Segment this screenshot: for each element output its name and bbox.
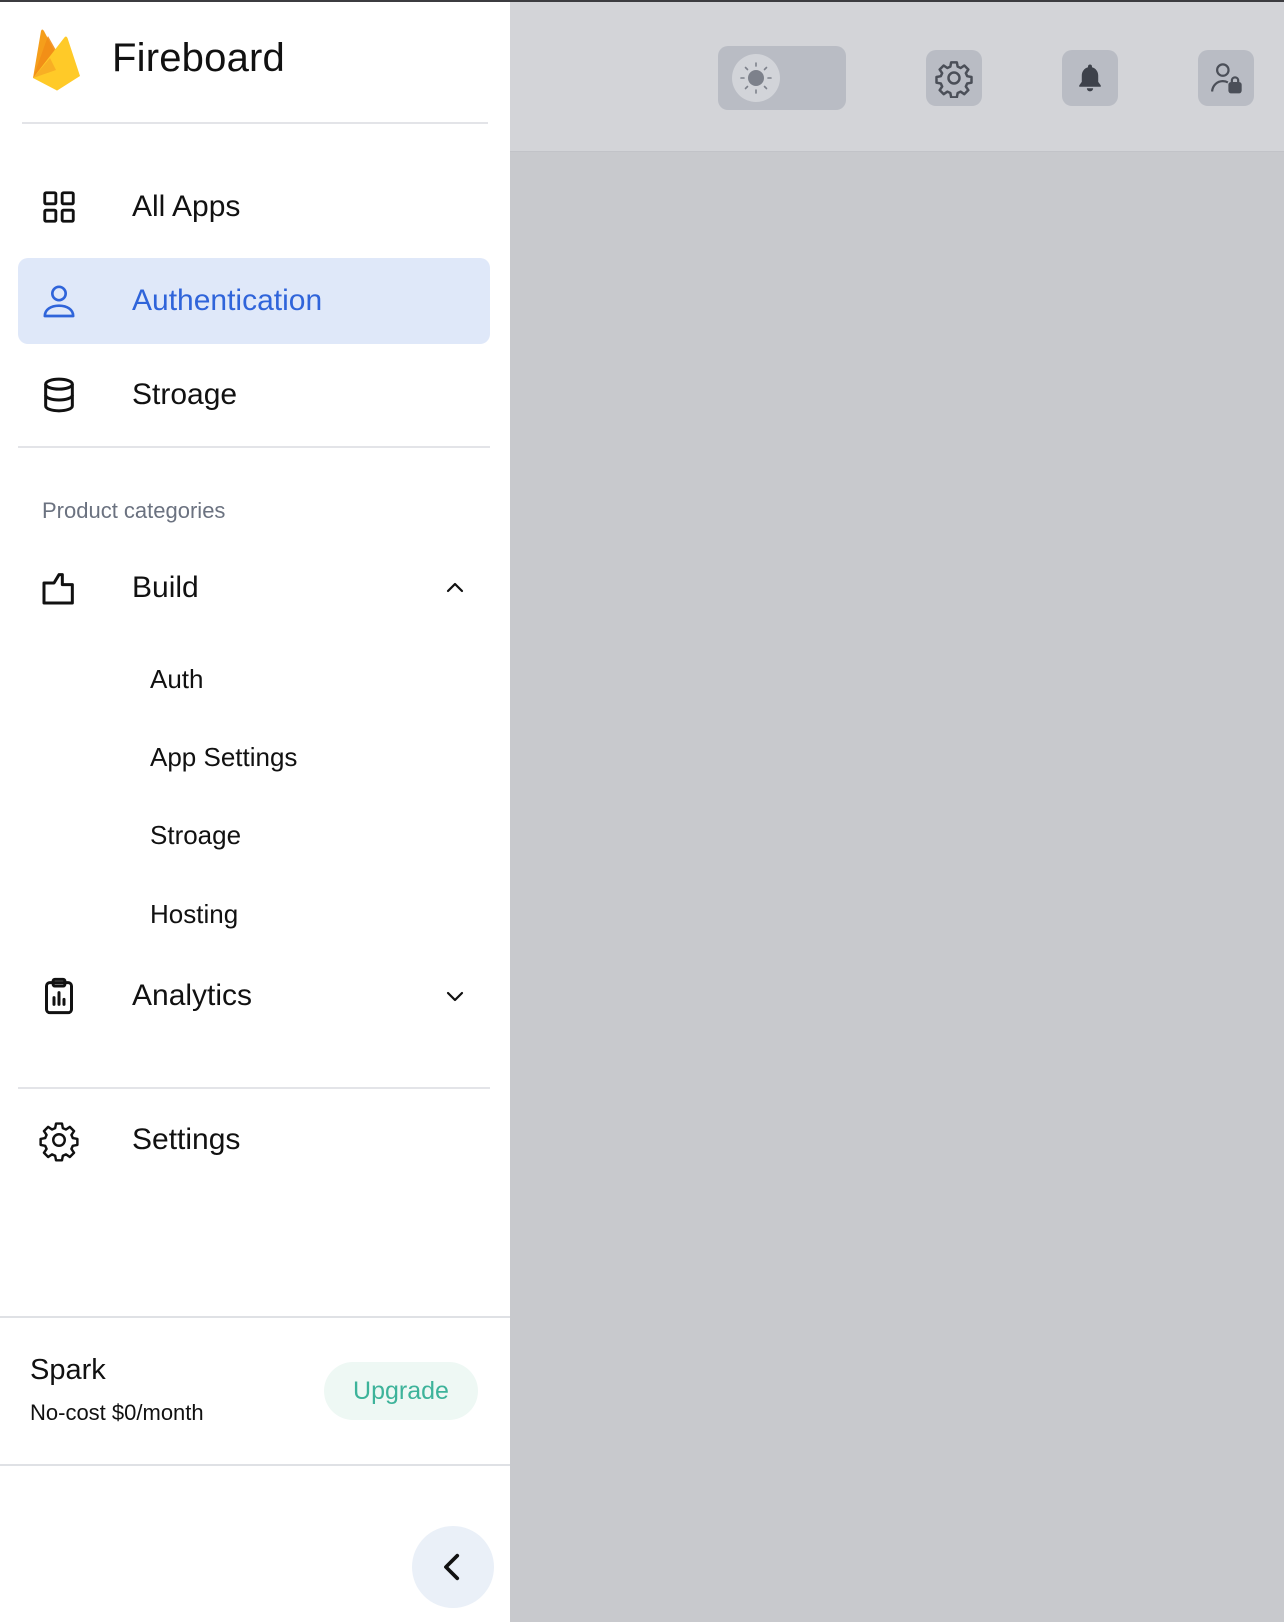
nav-item-storage[interactable]: Stroage [18, 352, 490, 438]
plan-card: Spark No-cost $0/month Upgrade [0, 1316, 510, 1466]
top-bar [510, 0, 1284, 152]
nav-item-label: Settings [132, 1123, 241, 1156]
theme-toggle-knob [732, 54, 780, 102]
sub-item-storage[interactable]: Stroage [150, 820, 241, 851]
nav-item-settings[interactable]: Settings [18, 1097, 490, 1183]
gear-icon [935, 61, 973, 98]
collapse-sidebar-button[interactable] [412, 1526, 494, 1608]
build-icon [38, 567, 80, 609]
chevron-down-icon[interactable] [440, 981, 470, 1011]
user-lock-icon [1210, 63, 1242, 94]
nav-item-label: Stroage [132, 378, 238, 411]
upgrade-button[interactable]: Upgrade [324, 1362, 478, 1420]
settings-button[interactable] [926, 50, 982, 106]
nav-item-authentication[interactable]: Authentication [18, 258, 490, 344]
sub-item-hosting[interactable]: Hosting [150, 899, 238, 930]
notifications-button[interactable] [1062, 50, 1118, 106]
divider [22, 122, 488, 124]
plan-price: No-cost $0/month [30, 1400, 204, 1425]
user-icon [38, 280, 80, 322]
chevron-left-icon [444, 1553, 460, 1581]
bell-icon [1079, 64, 1101, 92]
nav-item-label: Authentication [132, 284, 323, 317]
firebase-flame-icon [33, 29, 80, 91]
brand: Fireboard [0, 2, 510, 124]
sidebar: Fireboard All Apps Authentication Stroag… [0, 0, 510, 1622]
sun-icon [740, 62, 772, 94]
gear-icon [38, 1119, 80, 1162]
main-content-overlay[interactable] [510, 152, 1284, 1622]
nav-item-label: Build [132, 571, 199, 604]
divider [18, 1087, 490, 1089]
app-title: Fireboard [112, 36, 285, 80]
section-title: Product categories [42, 498, 226, 523]
sub-item-auth[interactable]: Auth [150, 664, 204, 695]
clipboard-chart-icon [38, 975, 80, 1017]
database-icon [38, 374, 80, 416]
nav-item-build[interactable]: Build [18, 545, 490, 631]
nav-item-label: All Apps [132, 190, 241, 223]
nav-item-label: Analytics [132, 979, 253, 1012]
divider [18, 446, 490, 448]
nav-item-all-apps[interactable]: All Apps [18, 164, 490, 250]
nav-item-analytics[interactable]: Analytics [18, 953, 490, 1039]
sub-item-app-settings[interactable]: App Settings [150, 742, 297, 773]
account-button[interactable] [1198, 50, 1254, 106]
plan-name: Spark [30, 1354, 106, 1386]
theme-toggle[interactable] [718, 46, 846, 110]
chevron-up-icon[interactable] [440, 573, 470, 603]
grid-icon [38, 186, 80, 228]
